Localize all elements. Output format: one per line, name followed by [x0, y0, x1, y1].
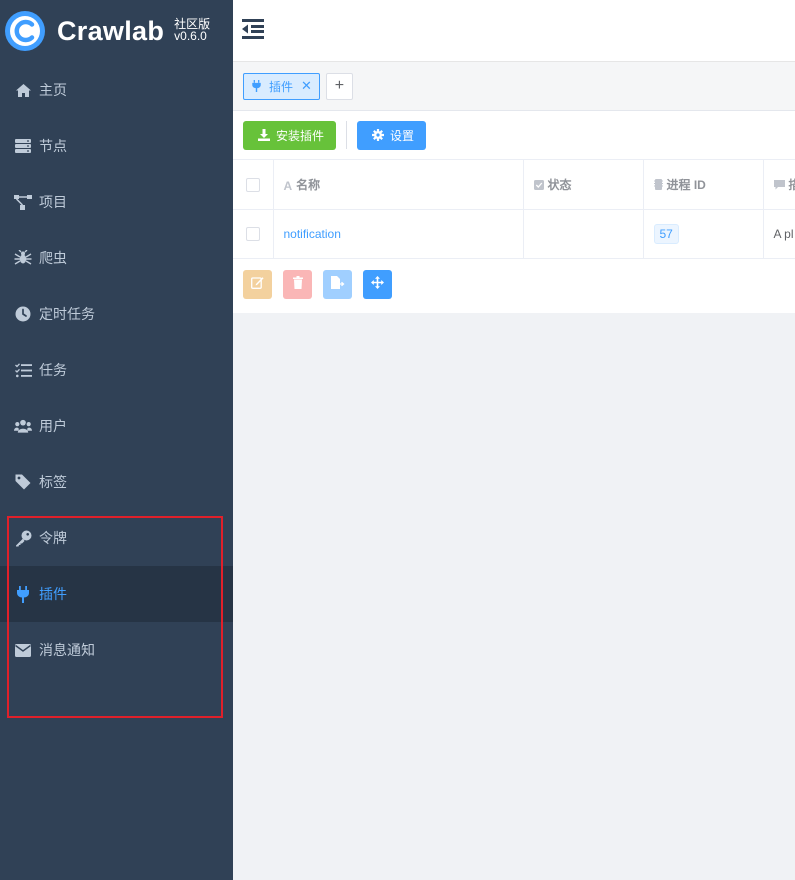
app-version: v0.6.0	[174, 29, 207, 43]
users-icon	[14, 417, 32, 435]
sidebar-item-label: 项目	[39, 194, 67, 210]
sidebar-item-users[interactable]: 用户	[0, 398, 233, 454]
server-icon	[14, 137, 32, 155]
sidebar-item-schedules[interactable]: 定时任务	[0, 286, 233, 342]
arrows-move-icon	[371, 276, 384, 292]
row-select-cell	[233, 209, 274, 259]
tab-label: 插件	[269, 79, 294, 94]
sidebar-item-label: 任务	[39, 362, 67, 378]
install-plugin-label: 安装插件	[276, 128, 325, 143]
plug-icon	[252, 80, 261, 92]
tag-icon	[14, 473, 32, 491]
toolbar: 安装插件 设置	[233, 111, 795, 160]
sidebar-item-label: 定时任务	[39, 306, 95, 322]
sidebar-item-label: 标签	[39, 474, 67, 490]
table-header-row: A名称 状态 进程 ID 描述	[233, 160, 795, 210]
plus-icon: +	[334, 77, 345, 94]
row-checkbox[interactable]	[246, 226, 260, 241]
sidebar-item-tokens[interactable]: 令牌	[0, 510, 233, 566]
crawlab-logo-icon	[5, 11, 45, 51]
cell-description: A pl	[763, 209, 795, 259]
edit-icon	[251, 276, 264, 292]
sidebar-item-projects[interactable]: 项目	[0, 174, 233, 230]
check-square-icon	[533, 179, 544, 193]
sidebar-item-label: 爬虫	[39, 250, 67, 266]
sidebar-item-label: 消息通知	[39, 642, 95, 658]
export-button[interactable]	[323, 269, 352, 299]
download-icon	[258, 129, 270, 141]
cell-status	[523, 209, 644, 259]
memory-icon	[653, 178, 663, 193]
cell-pid: 57	[643, 209, 764, 259]
home-icon	[14, 81, 32, 99]
column-label: 状态	[547, 177, 572, 192]
column-header-status[interactable]: 状态	[523, 160, 644, 210]
add-tab-button[interactable]: +	[325, 72, 353, 100]
settings-button[interactable]: 设置	[357, 120, 427, 150]
sidebar-item-label: 主页	[39, 82, 67, 98]
key-icon	[14, 529, 32, 547]
settings-label: 设置	[390, 128, 415, 143]
app-edition-version: 社区版 v0.6.0	[174, 18, 210, 42]
sidebar-item-label: 插件	[39, 586, 67, 602]
envelope-icon	[14, 641, 32, 659]
sidebar-item-plugins[interactable]: 插件	[0, 566, 233, 622]
column-header-name[interactable]: A 名称	[273, 160, 524, 210]
column-header-pid[interactable]: 进程 ID	[643, 160, 764, 210]
sidebar-item-label: 节点	[39, 138, 67, 154]
plugin-name-link[interactable]: notification	[284, 227, 341, 241]
sidebar-collapse-icon[interactable]	[242, 18, 264, 43]
sidebar-item-tasks[interactable]: 任务	[0, 342, 233, 398]
sidebar-item-tags[interactable]: 标签	[0, 454, 233, 510]
sidebar: Crawlab 社区版 v0.6.0 主页 节点 项目 爬虫 定时任务 任务 用…	[0, 0, 233, 880]
app-name: Crawlab	[57, 15, 165, 46]
row-actions	[233, 259, 795, 299]
edit-button[interactable]	[243, 269, 272, 299]
sidebar-item-label: 令牌	[39, 530, 67, 546]
spider-icon	[14, 249, 32, 267]
pid-badge: 57	[653, 223, 679, 244]
toolbar-divider	[346, 121, 348, 149]
main-area: 插件 ✕ + 安装插件 设置 A 名称 状态 进程 ID notificatio…	[233, 0, 795, 880]
select-all-checkbox[interactable]	[246, 177, 260, 192]
trash-icon	[292, 276, 303, 292]
clock-icon	[14, 305, 32, 323]
plugins-table: A名称 状态 进程 ID 描述 notification	[233, 160, 795, 259]
project-tree-icon	[14, 193, 32, 211]
column-label: 进程 ID	[666, 177, 706, 192]
gear-icon	[372, 129, 385, 141]
navbar	[233, 0, 795, 62]
sidebar-menu: 主页 节点 项目 爬虫 定时任务 任务 用户 标签 令牌 插件 消息通知	[0, 62, 233, 678]
sidebar-item-spiders[interactable]: 爬虫	[0, 230, 233, 286]
install-plugin-button[interactable]: 安装插件	[243, 120, 337, 150]
task-list-icon	[14, 361, 32, 379]
file-export-icon	[330, 276, 345, 292]
logo[interactable]: Crawlab 社区版 v0.6.0	[0, 0, 233, 62]
column-label: 名称	[296, 177, 321, 192]
sidebar-item-nodes[interactable]: 节点	[0, 118, 233, 174]
tabs-bar: 插件 ✕ +	[233, 62, 795, 111]
cell-name: notification	[273, 209, 524, 259]
close-icon[interactable]: ✕	[301, 78, 312, 94]
select-all-cell	[233, 160, 274, 210]
sidebar-item-label: 用户	[39, 418, 67, 434]
content-panel: 安装插件 设置 A 名称 状态 进程 ID notification 57 A …	[233, 111, 795, 313]
tab-plugins[interactable]: 插件 ✕	[243, 72, 320, 100]
plug-icon	[14, 585, 32, 603]
comment-icon	[773, 179, 785, 193]
table-row: notification 57 A pl	[233, 209, 795, 259]
sidebar-item-notifications[interactable]: 消息通知	[0, 622, 233, 678]
sidebar-item-home[interactable]: 主页	[0, 62, 233, 118]
delete-button[interactable]	[283, 269, 312, 299]
column-label: 描述	[789, 178, 795, 192]
column-header-description[interactable]: 描述	[763, 160, 795, 210]
move-button[interactable]	[363, 269, 392, 299]
text-icon: A	[283, 178, 293, 193]
